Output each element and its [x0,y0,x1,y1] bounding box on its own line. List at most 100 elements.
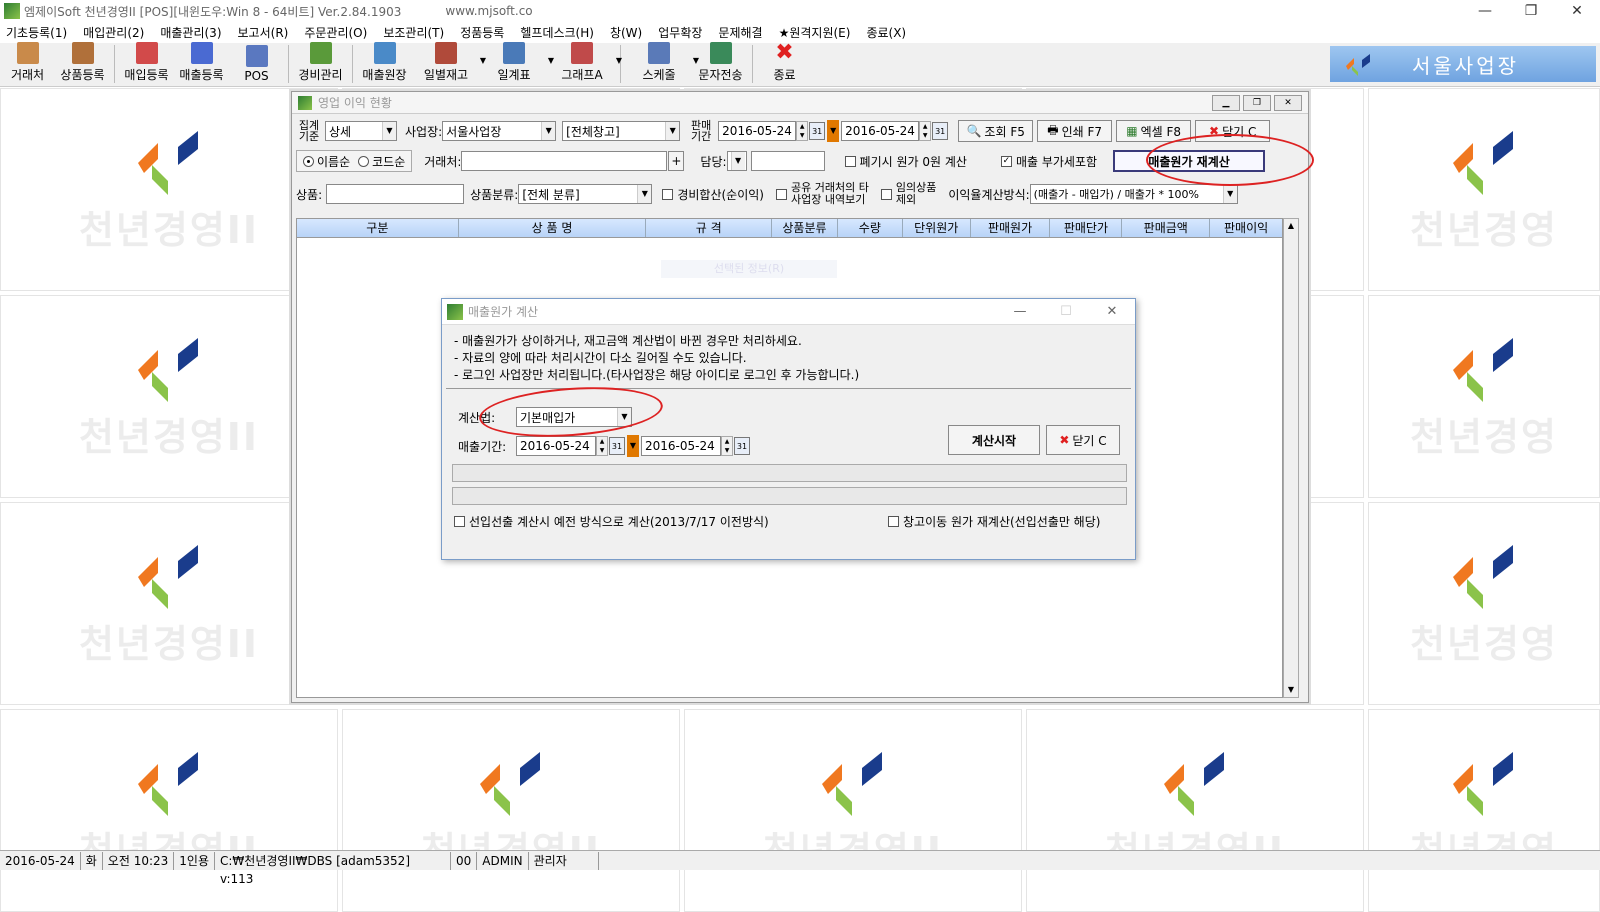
menu-item-extension[interactable]: 업무확장 [658,24,702,41]
method-row: 계산법: 기본매입가 ▼ [458,407,632,427]
date-from-input[interactable]: 2016-05-24 [718,121,797,141]
date-to-input[interactable]: 2016-05-24 [841,121,920,141]
dialog-minimize-button[interactable]: — [997,299,1043,325]
recalc-cost-button[interactable]: 매출원가 재계산 [1113,150,1266,172]
column-header-category[interactable]: 상품분류 [772,219,838,237]
date-spinner[interactable]: ▲ ▼ [596,436,608,456]
scroll-up-icon[interactable]: ▲ [1284,219,1298,233]
window-minimize-button[interactable]: ▁ [1212,95,1240,111]
column-header-product-name[interactable]: 상 품 명 [459,219,647,237]
shared-client-checkbox[interactable] [776,188,787,200]
menu-item-exit[interactable]: 종료(X) [866,24,906,41]
dialog-titlebar: 매출원가 계산 — ☐ ✕ [442,299,1135,325]
calendar-icon[interactable]: 31 [609,437,625,455]
dialog-close-button[interactable]: ✕ [1089,299,1135,325]
toolbar-product-button[interactable]: 상품등록 [55,42,110,86]
toolbar-purchase-button[interactable]: 매입등록 [119,42,174,86]
dialog-date-from-input[interactable]: 2016-05-24 [516,436,596,456]
menu-item-purchase[interactable]: 매입관리(2) [83,24,144,41]
window-restore-button[interactable]: ❐ [1243,95,1271,111]
old-method-checkbox[interactable] [454,516,465,527]
manager-input[interactable] [750,151,825,171]
column-header-unit-cost[interactable]: 단위원가 [903,219,971,237]
manager-select[interactable]: ▼ [726,151,747,171]
dialog-maximize-button[interactable]: ☐ [1043,299,1089,325]
start-calc-button[interactable]: 계산시작 [948,425,1040,455]
column-header-sale-profit[interactable]: 판매이익 [1210,219,1282,237]
column-header-spec[interactable]: 규 격 [646,219,773,237]
business-select[interactable]: 서울사업장 ▼ [442,121,557,141]
menu-item-remote[interactable]: ★원격지원(E) [779,24,851,41]
manager-label: 담당: [700,154,727,169]
arbitrary-product-checkbox[interactable] [880,188,892,200]
chevron-down-icon: ▼ [541,122,556,140]
transfer-checkbox[interactable] [888,516,899,527]
close-window-button[interactable]: ✖ 닫기 C [1195,120,1271,142]
close-button[interactable]: ✕ [1554,0,1600,22]
scroll-down-icon[interactable]: ▼ [1284,683,1298,697]
grid-scrollbar[interactable]: ▲ ▼ [1283,218,1299,698]
calendar-icon[interactable]: 31 [809,122,826,140]
excel-button[interactable]: ▦ 엑셀 F8 [1116,120,1192,142]
date-spinner[interactable]: ▲ ▼ [721,436,733,456]
toolbar-graph-button[interactable]: 그래프A ▼ [548,42,622,86]
toolbar-pos-button[interactable]: POS [229,42,284,86]
window-close-button[interactable]: ✕ [1274,95,1302,111]
menu-item-helpdesk[interactable]: 헬프데스크(H) [520,24,594,41]
toolbar-daily-report-button[interactable]: 일계표 ▼ [480,42,554,86]
toolbar-schedule-button[interactable]: 스케줄 ▼ [625,42,699,86]
watermark-tile: 천년경영II [1026,709,1364,912]
dialog-date-range-dropdown[interactable]: ▼ [627,435,639,457]
menu-item-order[interactable]: 주문관리(O) [304,24,367,41]
print-button[interactable]: 🖶 인쇄 F7 [1037,120,1113,142]
menu-item-basic[interactable]: 기초등록(1) [6,24,67,41]
radio-name-order[interactable] [303,155,314,167]
radio-code-order[interactable] [358,155,370,167]
aggregate-select[interactable]: 상세 ▼ [325,121,397,141]
product-input[interactable] [326,184,465,204]
toolbar-exit-button[interactable]: ✖ 종료 [757,42,812,86]
category-select[interactable]: [전체 분류] ▼ [518,184,653,204]
menu-item-report[interactable]: 보고서(R) [238,24,289,41]
column-header-quantity[interactable]: 수량 [838,219,903,237]
menu-item-license[interactable]: 정품등록 [460,24,504,41]
date-spinner[interactable]: ▲ ▼ [796,121,809,141]
toolbar-sales-button[interactable]: 매출등록 [174,42,229,86]
column-header-sale-price[interactable]: 판매단가 [1050,219,1123,237]
menu-item-troubleshoot[interactable]: 문제해결 [718,24,762,41]
toolbar-client-button[interactable]: 거래처 [0,42,55,86]
toolbar-expense-button[interactable]: 경비관리 [293,42,348,86]
column-header-sale-amount[interactable]: 판매금액 [1122,219,1211,237]
disposal-label: 폐기시 원가 0원 계산 [859,154,967,169]
column-header-sale-cost[interactable]: 판매원가 [971,219,1051,237]
menu-item-window[interactable]: 창(W) [610,24,642,41]
calendar-icon[interactable]: 31 [734,437,750,455]
date-range-dropdown[interactable]: ▼ [827,120,840,142]
dialog-close-c-button[interactable]: ✖ 닫기 C [1046,425,1120,455]
dialog-date-to-input[interactable]: 2016-05-24 [641,436,721,456]
note-line: - 로그인 사업장만 처리됩니다.(타사업장은 해당 아이디로 로그인 후 가능… [454,368,860,382]
app-website: www.mjsoft.co [445,4,533,18]
toolbar-sms-button[interactable]: 문자전송 [693,42,748,86]
toolbar-ledger-button[interactable]: 매출원장 [357,42,412,86]
calendar-stock-icon [435,42,457,64]
chevron-down-icon: ▼ [637,185,652,203]
maximize-button[interactable]: ❐ [1508,0,1554,22]
date-spinner[interactable]: ▲ ▼ [919,121,932,141]
menu-item-sales[interactable]: 매출관리(3) [160,24,221,41]
method-select[interactable]: 기본매입가 ▼ [516,407,632,427]
expense-checkbox[interactable] [662,188,674,200]
rate-method-select[interactable]: (매출가 - 매입가) / 매출가 * 100% ▼ [1029,184,1238,204]
vat-checkbox[interactable]: ✓ [1000,155,1012,167]
dropdown-arrow-icon[interactable]: ▼ [616,56,622,65]
disposal-checkbox[interactable] [844,155,856,167]
client-add-button[interactable]: + [668,151,685,171]
menu-item-aux[interactable]: 보조관리(T) [383,24,444,41]
warehouse-select[interactable]: [전체창고] ▼ [562,121,681,141]
column-header-type[interactable]: 구분 [297,219,459,237]
client-input[interactable] [461,151,668,171]
search-button[interactable]: 🔍 조회 F5 [958,120,1034,142]
toolbar-daily-stock-button[interactable]: 일별재고 ▼ [412,42,486,86]
calendar-icon[interactable]: 31 [932,122,949,140]
minimize-button[interactable]: — [1462,0,1508,22]
